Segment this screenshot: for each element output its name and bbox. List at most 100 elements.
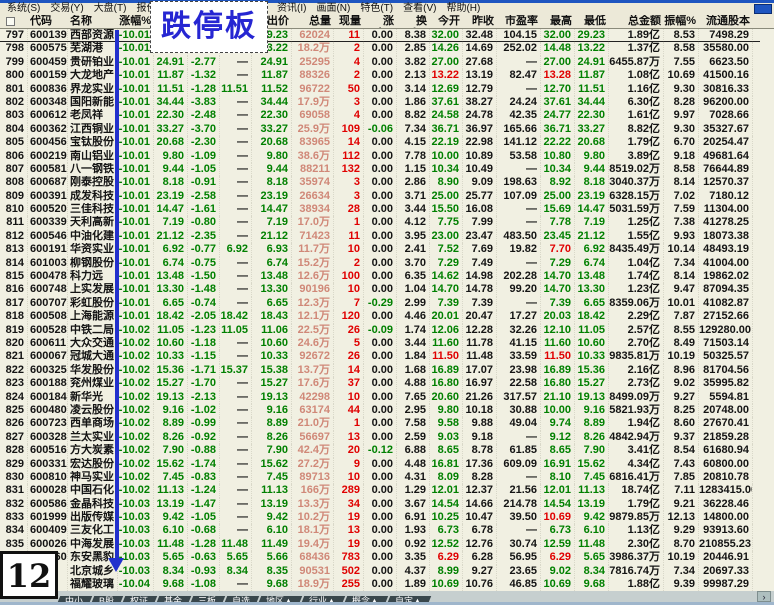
table-row[interactable]: 797600139西部资源-10.0129.2362024110.008.383…	[0, 29, 760, 42]
table-row[interactable]: 806600219南山铝业-10.019.80-1.09—9.8038.6万11…	[0, 150, 760, 163]
table-row[interactable]: 835600026中海发展-10.0311.48-1.2811.4811.491…	[0, 538, 760, 551]
table-row[interactable]: 802600348国阳新能-10.0134.44-3.83—34.4417.9万…	[0, 96, 760, 109]
column-header-amt[interactable]: 总金额	[609, 15, 664, 28]
cell-turn: 4.46	[397, 310, 430, 323]
table-row[interactable]: 826600723西单商场-10.028.89-0.99—8.8921.0万10…	[0, 417, 760, 430]
window-controls[interactable]	[754, 4, 772, 14]
column-header-spd[interactable]: 涨速%	[364, 15, 397, 28]
cell-spd: 0.00	[364, 150, 397, 163]
table-row[interactable]: 808600687刚泰控股-10.018.18-0.91—8.183597430…	[0, 176, 760, 189]
list-mode-icon[interactable]	[6, 17, 15, 26]
table-row[interactable]: 834600409三友化工-10.036.10-0.68—6.1018.1万13…	[0, 524, 760, 537]
table-row[interactable]: 827600328兰太实业-10.028.26-0.92—8.265669713…	[0, 431, 760, 444]
table-row[interactable]: 799600459贵研铂业-10.0124.91-2.77—24.9125295…	[0, 56, 760, 69]
table-row[interactable]: 813600191华资实业-10.016.92-0.776.926.9311.7…	[0, 243, 760, 256]
column-header-float[interactable]: 流通股本	[699, 15, 753, 28]
table-row[interactable]: 822600325华发股份-10.0215.36-1.7115.3715.381…	[0, 364, 760, 377]
table-row[interactable]: 801600836界龙实业-10.0111.51-1.2811.5111.529…	[0, 83, 760, 96]
table-row[interactable]: 803600612老凤祥-10.0122.30-2.48—22.30690584…	[0, 109, 760, 122]
column-header-idx[interactable]	[0, 15, 28, 28]
column-header-code[interactable]: 代码	[28, 15, 68, 28]
column-header-ampl[interactable]: 振幅%	[664, 15, 699, 28]
cell-high: 10.69	[541, 578, 575, 591]
table-row[interactable]: 807600581八一钢铁-10.019.44-1.05—9.448821113…	[0, 163, 760, 176]
cell-prev: 12.37	[463, 484, 497, 497]
table-row[interactable]: 828600516方大炭素-10.027.90-0.88—7.9042.4万20…	[0, 444, 760, 457]
cell-cur: 109	[334, 123, 364, 136]
cell-idx: 807	[0, 163, 28, 176]
column-header-high[interactable]: 最高	[541, 15, 575, 28]
table-row[interactable]: 824600184新华光-10.0219.13-2.13—19.13422981…	[0, 391, 760, 404]
column-header-vol[interactable]: 总量	[292, 15, 334, 28]
cell-last: 11.48	[154, 538, 188, 551]
cell-float: 35327.67	[699, 123, 753, 136]
table-row[interactable]: 817600707彩虹股份-10.016.65-0.74—6.6512.3万7-…	[0, 297, 760, 310]
cell-turn: 6.88	[397, 444, 430, 457]
table-row[interactable]: 823600188兖州煤业-10.0215.27-1.70—15.2717.6万…	[0, 377, 760, 390]
table-row[interactable]: 811600339天利高新-10.017.19-0.80—7.1917.0万10…	[0, 216, 760, 229]
cell-vol: 27.2万	[292, 458, 334, 471]
table-row[interactable]: 818600508上海能源-10.0118.42-2.0518.4218.431…	[0, 310, 760, 323]
cell-amt: 1.74亿	[609, 270, 664, 283]
table-row[interactable]: 805600456宝钛股份-10.0120.68-2.30—20.6883965…	[0, 136, 760, 149]
cell-name: 贵研铂业	[68, 56, 118, 69]
cell-turn: 1.86	[397, 96, 430, 109]
menu-item-0[interactable]: 资讯(I)	[272, 3, 311, 15]
menu-item-1[interactable]: 画面(N)	[311, 3, 355, 15]
cell-vol: 166万	[292, 484, 334, 497]
table-row[interactable]: 831600028中国石化-10.0211.13-1.24—11.13166万2…	[0, 484, 760, 497]
table-row[interactable]: 820600611大众交通-10.0210.60-1.18—10.6024.6万…	[0, 337, 760, 350]
cell-cur: 19	[334, 538, 364, 551]
column-header-turn[interactable]: 换手%	[397, 15, 430, 28]
cell-bid: —	[220, 377, 252, 390]
cell-open: 10.34	[430, 163, 463, 176]
table-row[interactable]: 800600159大龙地产-10.0111.87-1.32—11.8788326…	[0, 69, 760, 82]
column-header-cur[interactable]: 现量	[334, 15, 364, 28]
tab-scroll-right-icon[interactable]: ›	[757, 591, 771, 602]
column-header-name[interactable]: 名称	[68, 15, 118, 28]
menu-item-0[interactable]: 系统(S)	[2, 3, 45, 15]
cell-last: 18.42	[154, 310, 188, 323]
cell-float: 96200.00	[699, 96, 753, 109]
table-row[interactable]: 810600520三佳科技-10.0114.47-1.61—14.4738934…	[0, 203, 760, 216]
cell-high: 7.39	[541, 297, 575, 310]
menu-item-3[interactable]: 查看(V)	[398, 3, 441, 15]
cell-ask: 9.44	[252, 163, 292, 176]
cell-last: 15.36	[154, 364, 188, 377]
column-header-open[interactable]: 今开	[430, 15, 463, 28]
menu-item-4[interactable]: 帮助(H)	[441, 3, 485, 15]
column-header-low[interactable]: 最低	[575, 15, 609, 28]
table-row[interactable]: 829600331宏达股份-10.0215.62-1.74—15.6227.2万…	[0, 458, 760, 471]
table-row[interactable]: 福耀玻璃-10.049.68-1.08—9.6818.9万2550.001.89…	[0, 578, 760, 591]
table-row[interactable]: 816600748上实发展-10.0113.30-1.48—13.3090196…	[0, 283, 760, 296]
menu-item-1[interactable]: 交易(Y)	[45, 3, 88, 15]
cell-idx: 816	[0, 283, 28, 296]
cell-code: 600188	[28, 377, 68, 390]
table-row[interactable]: 814601003柳钢股份-10.016.74-0.75—6.7415.2万20…	[0, 257, 760, 270]
table-row[interactable]: 798600575芜湖港-10.0113.2218.2万20.002.8514.…	[0, 42, 760, 55]
cell-high: 14.54	[541, 498, 575, 511]
column-header-pe[interactable]: 市盈率	[497, 15, 541, 28]
table-row[interactable]: 804600362江西铜业-10.0133.27-3.70—33.2725.9万…	[0, 123, 760, 136]
menu-item-2[interactable]: 特色(T)	[355, 3, 398, 15]
cell-low: 13.19	[575, 498, 609, 511]
column-header-pct[interactable]: 涨幅%	[118, 15, 154, 28]
table-row[interactable]: 830600810神马实业-10.027.45-0.83—7.458971310…	[0, 471, 760, 484]
menu-item-2[interactable]: 大盘(T)	[89, 3, 132, 15]
table-row[interactable]: 833601999出版传媒-10.039.42-1.05—9.4210.2万19…	[0, 511, 760, 524]
cell-turn: 2.59	[397, 431, 430, 444]
cell-amt: 8519.02万	[609, 163, 664, 176]
table-row[interactable]: 812600546中油化建-10.0121.12-2.35—21.1271423…	[0, 230, 760, 243]
table-row[interactable]: 815600478科力远-10.0113.48-1.50—13.4812.6万1…	[0, 270, 760, 283]
table-row[interactable]: 809600391成发科技-10.0123.19-2.58—23.1926634…	[0, 190, 760, 203]
table-row[interactable]: 821600067冠城大通-10.0210.33-1.15—10.3392672…	[0, 350, 760, 363]
table-row[interactable]: 819600528中铁二局-10.0211.05-1.2311.0511.062…	[0, 324, 760, 337]
cell-vol: 18.9万	[292, 578, 334, 591]
cell-vol: 18.1万	[292, 524, 334, 537]
column-header-prev[interactable]: 昨收	[463, 15, 497, 28]
table-row[interactable]: 832600586金晶科技-10.0313.19-1.47—13.1913.3万…	[0, 498, 760, 511]
table-row[interactable]: 825600480凌云股份-10.029.16-1.02—9.166317444…	[0, 404, 760, 417]
cell-high: 10.80	[541, 150, 575, 163]
cell-vol: 10.2万	[292, 511, 334, 524]
cell-ask: 10.33	[252, 350, 292, 363]
